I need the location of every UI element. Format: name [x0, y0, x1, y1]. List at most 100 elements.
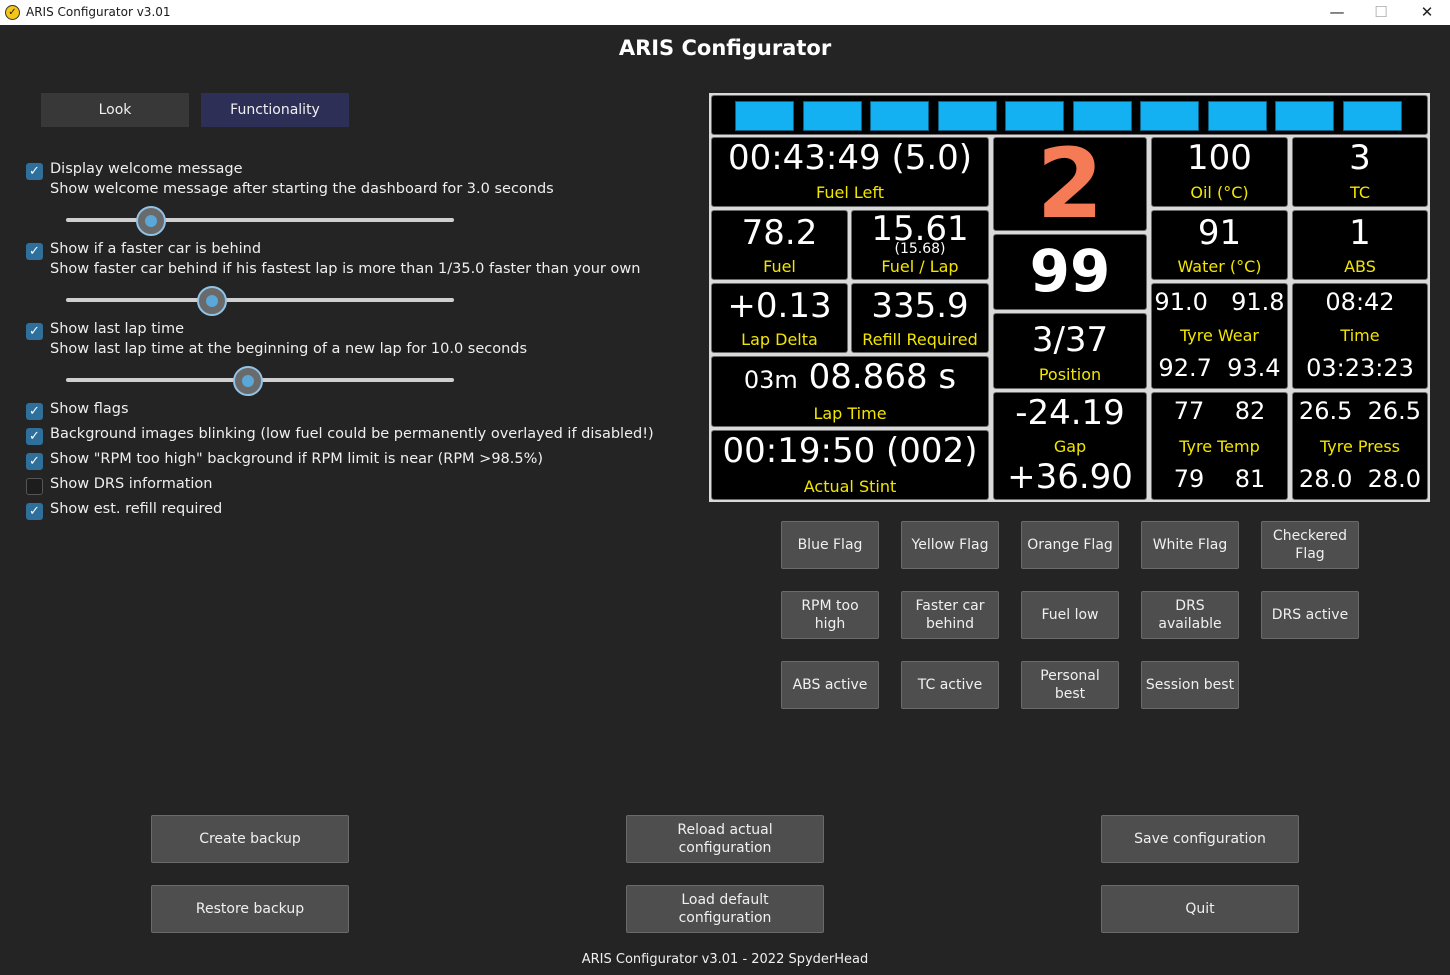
tab-look[interactable]: Look [41, 93, 189, 127]
app-logo-icon: ✓ [5, 5, 20, 20]
maximize-icon[interactable]: ☐ [1366, 2, 1396, 22]
tab-functionality[interactable]: Functionality [201, 93, 349, 127]
checkered-flag-button[interactable]: Checkered Flag [1261, 521, 1359, 569]
tyre-press-label: Tyre Press [1319, 437, 1400, 456]
refill-required-value: 335.9 [871, 286, 969, 326]
dashboard-preview: 00:43:49 (5.0) Fuel Left 2 100 Oil (°C) … [709, 93, 1430, 502]
tyre-wear-cell: 91.0 91.8 Tyre Wear 92.7 93.4 [1151, 283, 1288, 389]
option-description: Show last lap time at the beginning of a… [50, 341, 528, 357]
reload-configuration-button[interactable]: Reload actual configuration [626, 815, 824, 863]
faster-car-behind-button[interactable]: Faster car behind [901, 591, 999, 639]
clock-value: 08:42 [1325, 288, 1395, 316]
tc-label: TC [1349, 183, 1370, 202]
water-temp-label: Water (°C) [1177, 257, 1262, 276]
fuel-cell: 78.2 Fuel [711, 210, 848, 280]
create-backup-button[interactable]: Create backup [151, 815, 349, 863]
tyre-wear-rear: 92.7 93.4 [1152, 354, 1287, 382]
tyre-temp-label: Tyre Temp [1179, 437, 1260, 456]
abs-label: ABS [1344, 257, 1376, 276]
abs-active-button[interactable]: ABS active [781, 661, 879, 709]
fuel-low-button[interactable]: Fuel low [1021, 591, 1119, 639]
rpm-checkbox[interactable]: ✓ [26, 453, 43, 470]
lap-time-seconds: 08.868 s [808, 357, 957, 397]
refill-required-label: Refill Required [862, 330, 978, 349]
slider-handle[interactable] [233, 366, 264, 396]
load-default-configuration-button[interactable]: Load default configuration [626, 885, 824, 933]
option-label: Show if a faster car is behind [50, 241, 262, 257]
actual-stint-value: 00:19:50 (002) [722, 431, 978, 471]
footer-credits: ARIS Configurator v3.01 - 2022 SpyderHea… [581, 952, 869, 967]
drs-available-button[interactable]: DRS available [1141, 591, 1239, 639]
drs-active-button[interactable]: DRS active [1261, 591, 1359, 639]
welcome-checkbox[interactable]: ✓ [26, 163, 43, 180]
rpm-led [870, 101, 929, 131]
white-flag-button[interactable]: White Flag [1141, 521, 1239, 569]
restore-backup-button[interactable]: Restore backup [151, 885, 349, 933]
rpm-led [803, 101, 862, 131]
gap-ahead-value: -24.19 [1015, 393, 1125, 433]
tyre-temp-fr: 82 [1234, 397, 1266, 425]
slider-track[interactable] [66, 218, 454, 222]
tyre-wear-rl: 92.7 [1158, 354, 1212, 382]
slider-track[interactable] [66, 298, 454, 302]
tyre-temp-rr: 81 [1234, 465, 1266, 493]
option-label: Show flags [50, 401, 129, 417]
faster-car-threshold-slider[interactable] [66, 285, 454, 316]
fuel-left-cell: 00:43:49 (5.0) Fuel Left [711, 137, 989, 207]
lap-delta-cell: +0.13 Lap Delta [711, 283, 848, 353]
close-icon[interactable]: ✕ [1412, 2, 1442, 22]
last-lap-checkbox[interactable]: ✓ [26, 323, 43, 340]
flags-checkbox[interactable]: ✓ [26, 403, 43, 420]
tyre-press-fl: 26.5 [1298, 397, 1353, 425]
quit-button[interactable]: Quit [1101, 885, 1299, 933]
last-lap-duration-slider[interactable] [66, 365, 454, 396]
session-best-button[interactable]: Session best [1141, 661, 1239, 709]
orange-flag-button[interactable]: Orange Flag [1021, 521, 1119, 569]
slider-handle[interactable] [196, 286, 227, 316]
tyre-temp-front: 77 82 [1152, 397, 1287, 425]
lap-time-minutes: 03m [743, 366, 798, 394]
option-label: Show DRS information [50, 476, 213, 492]
tyre-temp-rl: 79 [1173, 465, 1205, 493]
tyre-press-rl: 28.0 [1298, 465, 1353, 493]
gear-cell: 2 [993, 128, 1147, 240]
yellow-flag-button[interactable]: Yellow Flag [901, 521, 999, 569]
speed-cell: 99 [993, 234, 1147, 310]
speed-value: 99 [1029, 237, 1111, 305]
gap-cell: -24.19 Gap +36.90 [993, 392, 1147, 500]
oil-temp-label: Oil (°C) [1190, 183, 1249, 202]
tc-cell: 3 TC [1292, 137, 1428, 207]
minimize-icon[interactable]: — [1322, 2, 1352, 22]
rpm-too-high-button[interactable]: RPM too high [781, 591, 879, 639]
faster-car-checkbox[interactable]: ✓ [26, 243, 43, 260]
blinking-checkbox[interactable]: ✓ [26, 428, 43, 445]
position-value: 3/37 [1031, 320, 1109, 360]
actual-stint-label: Actual Stint [803, 477, 897, 496]
oil-temp-cell: 100 Oil (°C) [1151, 137, 1288, 207]
oil-temp-value: 100 [1187, 138, 1252, 178]
tyre-temp-rear: 79 81 [1152, 465, 1287, 493]
blue-flag-button[interactable]: Blue Flag [781, 521, 879, 569]
drs-checkbox[interactable] [26, 478, 43, 495]
lap-time-value: 03m 08.868 s [712, 357, 988, 397]
app-heading: ARIS Configurator [618, 36, 832, 60]
rpm-led [1343, 101, 1402, 131]
tyre-temp-cell: 77 82 Tyre Temp 79 81 [1151, 392, 1288, 500]
refill-checkbox[interactable]: ✓ [26, 503, 43, 520]
save-configuration-button[interactable]: Save configuration [1101, 815, 1299, 863]
welcome-duration-slider[interactable] [66, 205, 454, 236]
fuel-per-lap-average: (15.68) [894, 241, 946, 257]
slider-handle[interactable] [136, 206, 167, 236]
rpm-led [1005, 101, 1064, 131]
option-label: Show "RPM too high" background if RPM li… [50, 451, 544, 467]
tyre-press-front: 26.5 26.5 [1293, 397, 1427, 425]
tc-active-button[interactable]: TC active [901, 661, 999, 709]
tyre-temp-fl: 77 [1173, 397, 1205, 425]
tyre-wear-front: 91.0 91.8 [1152, 288, 1287, 316]
refill-required-cell: 335.9 Refill Required [851, 283, 989, 353]
lap-time-cell: 03m 08.868 s Lap Time [711, 356, 989, 427]
tyre-wear-label: Tyre Wear [1179, 326, 1259, 345]
option-label: Show last lap time [50, 321, 184, 337]
personal-best-button[interactable]: Personal best [1021, 661, 1119, 709]
fuel-per-lap-label: Fuel / Lap [881, 257, 959, 276]
